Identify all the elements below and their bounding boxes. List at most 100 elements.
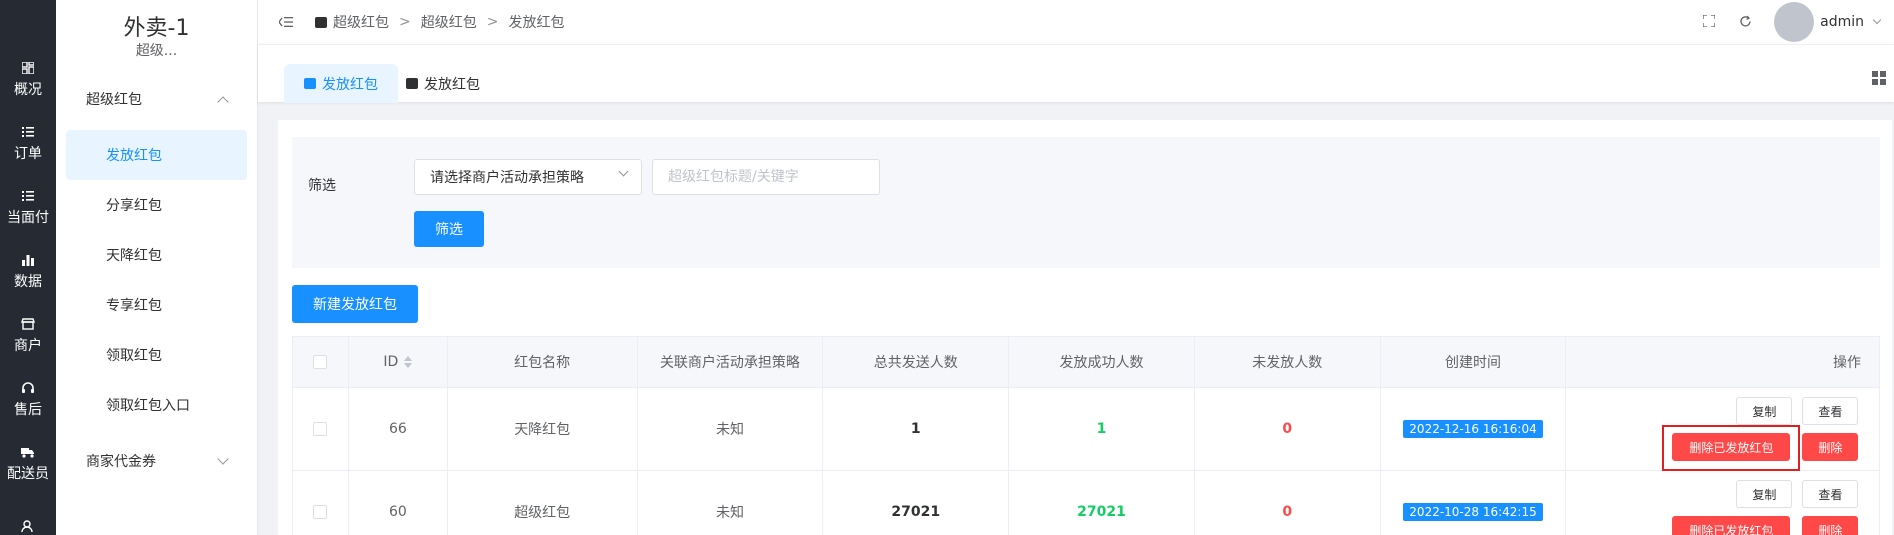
select-value: 请选择商户活动承担策略 bbox=[430, 170, 584, 186]
headset-icon bbox=[20, 381, 36, 395]
cell-total: 27021 bbox=[823, 471, 1010, 535]
shop-subtitle: 超级... bbox=[135, 43, 178, 59]
header-label: 关联商户活动承担策略 bbox=[659, 355, 800, 371]
copy-button[interactable]: 复制 bbox=[1736, 397, 1793, 425]
breadcrumb-item[interactable]: 超级红包 bbox=[421, 12, 477, 32]
menu-group-super-redpacket[interactable]: 超级红包 bbox=[56, 68, 257, 130]
row-checkbox[interactable] bbox=[313, 422, 328, 436]
main-content: 筛选 请选择商户活动承担策略 筛选 新建发放红包 ID 红包名称 关联商户活动承… bbox=[278, 120, 1892, 535]
menu-item-claim-redpacket[interactable]: 领取红包 bbox=[66, 330, 247, 380]
users-icon bbox=[20, 519, 36, 533]
header-strategy: 关联商户活动承担策略 bbox=[638, 337, 824, 387]
menu-item-label: 专享红包 bbox=[106, 298, 162, 314]
username[interactable]: admin bbox=[1820, 14, 1864, 30]
redpacket-table: ID 红包名称 关联商户活动承担策略 总共发送人数 发放成功人数 未发放人数 创… bbox=[292, 336, 1880, 535]
header-pending: 未发放人数 bbox=[1195, 337, 1381, 387]
redpacket-icon bbox=[406, 78, 418, 89]
filter-panel: 筛选 请选择商户活动承担策略 筛选 bbox=[292, 137, 1880, 268]
rail-item-orders[interactable]: 订单 bbox=[0, 112, 56, 176]
cell-name: 超级红包 bbox=[448, 471, 638, 535]
cell-id: 60 bbox=[349, 471, 448, 535]
tabs-bar: 发放红包 发放红包 bbox=[258, 44, 1894, 103]
menu-item-label: 天降红包 bbox=[106, 248, 162, 264]
tab-issue-redpacket[interactable]: 发放红包 bbox=[386, 64, 500, 103]
filter-button[interactable]: 筛选 bbox=[414, 211, 484, 247]
rail-item-overview[interactable]: 概况 bbox=[0, 48, 56, 112]
rail-item-label: 商户 bbox=[14, 338, 42, 354]
chevron-down-icon bbox=[618, 166, 629, 177]
tab-issue-redpacket-active[interactable]: 发放红包 bbox=[284, 64, 398, 103]
cell-pending: 0 bbox=[1195, 471, 1381, 535]
avatar[interactable] bbox=[1774, 2, 1815, 42]
strategy-select[interactable]: 请选择商户活动承担策略 bbox=[414, 159, 642, 195]
row-select bbox=[293, 388, 349, 470]
redpacket-icon bbox=[304, 78, 316, 89]
rail-item-label: 数据 bbox=[14, 274, 42, 290]
select-all-checkbox[interactable] bbox=[313, 355, 328, 369]
menu-item-claim-entry[interactable]: 领取红包入口 bbox=[66, 380, 247, 430]
chevron-down-icon[interactable] bbox=[1872, 15, 1882, 25]
view-button[interactable]: 查看 bbox=[1802, 480, 1859, 508]
rail-top-spacer bbox=[0, 0, 56, 48]
sort-icon[interactable] bbox=[404, 356, 413, 368]
chevron-down-icon bbox=[217, 453, 229, 465]
menu-item-share-redpacket[interactable]: 分享红包 bbox=[66, 180, 247, 230]
delete-button[interactable]: 删除 bbox=[1802, 516, 1859, 535]
breadcrumb: 超级红包 > 超级红包 > 发放红包 bbox=[315, 12, 564, 32]
sub-sidebar: 外卖-1 超级... 超级红包 发放红包 分享红包 天降红包 专享红包 领取红包… bbox=[56, 0, 258, 535]
rail-item-label: 当面付 bbox=[7, 210, 49, 226]
table-row: 60 超级红包 未知 27021 27021 0 2022-10-28 16:4… bbox=[293, 471, 1879, 535]
grid-icon[interactable] bbox=[1872, 71, 1886, 85]
redpacket-icon bbox=[315, 16, 327, 28]
shop-name: 外卖-1 bbox=[123, 16, 190, 41]
dashboard-icon bbox=[20, 61, 36, 75]
delete-sent-button[interactable]: 删除已发放红包 bbox=[1672, 516, 1791, 535]
filter-label: 筛选 bbox=[308, 178, 336, 194]
header-id[interactable]: ID bbox=[349, 337, 448, 387]
shop-icon bbox=[20, 317, 36, 331]
cell-strategy: 未知 bbox=[638, 388, 824, 470]
rail-item-users[interactable] bbox=[0, 496, 56, 535]
fullscreen-icon[interactable] bbox=[1702, 14, 1716, 29]
menu-item-sky-redpacket[interactable]: 天降红包 bbox=[66, 230, 247, 280]
rail-item-face-pay[interactable]: 当面付 bbox=[0, 176, 56, 240]
header-label: 未发放人数 bbox=[1252, 355, 1323, 371]
rail-item-after-sale[interactable]: 售后 bbox=[0, 368, 56, 432]
menu-item-label: 领取红包 bbox=[106, 348, 162, 364]
tab-label: 发放红包 bbox=[424, 76, 480, 93]
menu-item-issue-redpacket[interactable]: 发放红包 bbox=[66, 130, 247, 180]
menu-item-label: 领取红包入口 bbox=[106, 398, 190, 414]
bar-chart-icon bbox=[20, 253, 36, 267]
cell-actions: 复制 查看 删除已发放红包 删除 bbox=[1566, 471, 1879, 535]
cell-total: 1 bbox=[823, 388, 1010, 470]
breadcrumb-item[interactable]: 超级红包 bbox=[333, 12, 389, 32]
rail-item-courier[interactable]: 配送员 bbox=[0, 432, 56, 496]
cell-id: 66 bbox=[349, 388, 448, 470]
rail-item-label: 售后 bbox=[14, 402, 42, 418]
header-actions: admin bbox=[1702, 0, 1894, 44]
header-created: 创建时间 bbox=[1381, 337, 1567, 387]
chevron-up-icon bbox=[217, 95, 229, 108]
new-issue-button[interactable]: 新建发放红包 bbox=[292, 285, 418, 323]
menu-group-voucher[interactable]: 商家代金券 bbox=[56, 430, 257, 492]
header-total: 总共发送人数 bbox=[823, 337, 1010, 387]
header-label: 创建时间 bbox=[1445, 355, 1501, 371]
collapse-menu-icon[interactable] bbox=[278, 16, 293, 28]
delete-sent-button[interactable]: 删除已发放红包 bbox=[1672, 433, 1791, 461]
menu-item-exclusive-redpacket[interactable]: 专享红包 bbox=[66, 280, 247, 330]
table-header: ID 红包名称 关联商户活动承担策略 总共发送人数 发放成功人数 未发放人数 创… bbox=[293, 337, 1879, 388]
menu-group-label: 商家代金券 bbox=[86, 454, 156, 470]
refresh-icon[interactable] bbox=[1738, 15, 1752, 29]
delete-button[interactable]: 删除 bbox=[1802, 433, 1859, 461]
rail-item-merchant[interactable]: 商户 bbox=[0, 304, 56, 368]
row-checkbox[interactable] bbox=[313, 505, 328, 519]
keyword-input[interactable] bbox=[652, 159, 880, 195]
top-header: 超级红包 > 超级红包 > 发放红包 admin bbox=[258, 0, 1894, 44]
breadcrumb-item: 发放红包 bbox=[508, 15, 565, 31]
cell-created: 2022-10-28 16:42:15 bbox=[1381, 471, 1567, 535]
copy-button[interactable]: 复制 bbox=[1736, 480, 1793, 508]
created-time-tag: 2022-10-28 16:42:15 bbox=[1403, 503, 1543, 521]
tab-label: 发放红包 bbox=[322, 76, 378, 93]
view-button[interactable]: 查看 bbox=[1802, 397, 1859, 425]
rail-item-data[interactable]: 数据 bbox=[0, 240, 56, 304]
